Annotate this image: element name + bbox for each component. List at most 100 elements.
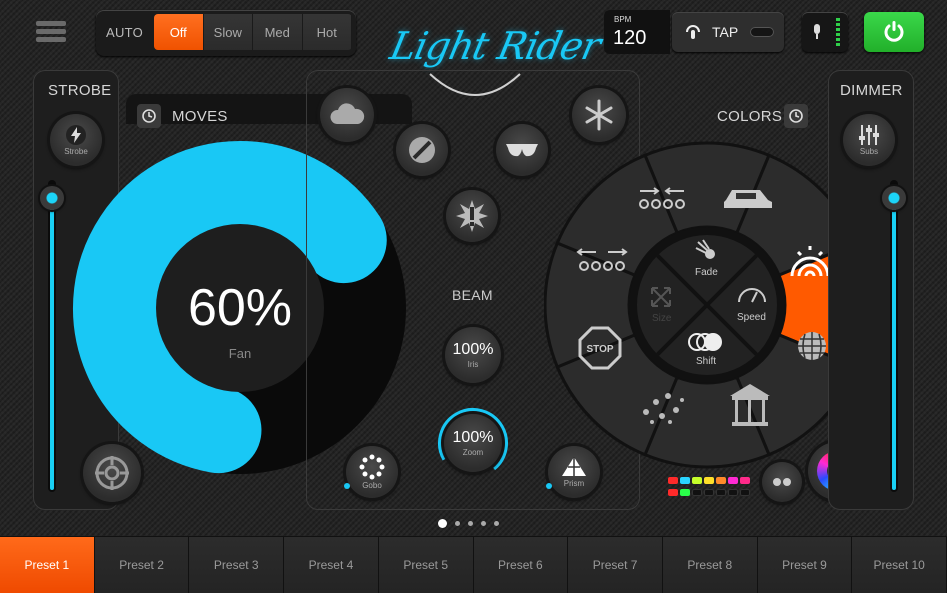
two-dots-icon [773, 478, 791, 486]
iris-label: Iris [467, 360, 479, 369]
speed-label: Speed [737, 312, 766, 323]
snowflake-icon [585, 99, 613, 131]
mic-level-meter [836, 18, 840, 46]
disco-ball-icon [798, 332, 826, 360]
shades-button[interactable] [496, 124, 548, 176]
preset-5-button[interactable]: Preset 5 [378, 537, 474, 593]
strobe-slider-fill [50, 197, 54, 490]
zoom-value: 100% [452, 429, 494, 446]
preset-9-button[interactable]: Preset 9 [757, 537, 853, 593]
size-label: Size [652, 313, 672, 324]
page-dot[interactable] [481, 520, 486, 526]
tap-finger-icon [686, 25, 700, 39]
color-swatch[interactable] [680, 477, 690, 484]
hamburger-icon [36, 21, 66, 42]
color-swatch[interactable] [728, 477, 738, 484]
color-swatch[interactable] [704, 477, 714, 484]
moves-mode-label: Fan [228, 346, 252, 361]
mode-off-button[interactable]: Off [154, 14, 204, 50]
fog-button[interactable] [320, 88, 374, 142]
iris-control[interactable]: 100% Iris [445, 327, 501, 383]
page-dot[interactable] [438, 518, 447, 528]
tap-label: TAP [712, 24, 739, 40]
moves-timer-button[interactable] [137, 104, 161, 128]
preset-4-button[interactable]: Preset 4 [284, 537, 379, 593]
strobe-label: STROBE [48, 82, 112, 99]
dimmer-label: DIMMER [840, 82, 903, 99]
color-swatch[interactable] [668, 489, 678, 496]
dimmer-slider-fill [892, 197, 896, 490]
page-dot[interactable] [455, 520, 460, 526]
color-swatch[interactable] [692, 477, 702, 484]
strobe-slider-handle[interactable] [40, 185, 64, 210]
color-swatch[interactable] [716, 489, 726, 496]
dimmer-slider-handle[interactable] [882, 185, 906, 210]
power-icon [884, 21, 904, 42]
color-swatch[interactable] [668, 477, 678, 484]
mixer-sliders-icon [859, 125, 879, 145]
preset-6-button[interactable]: Preset 6 [473, 537, 569, 593]
bpm-label: BPM [614, 15, 632, 24]
subs-button-label: Subs [859, 147, 879, 156]
preset-bar: Preset 1 Preset 2 Preset 3 Preset 4 Preset 5… [0, 536, 947, 593]
svg-text:STOP: STOP [586, 344, 613, 355]
bpm-value: 120 [613, 27, 647, 49]
tap-button[interactable]: TAP [672, 12, 784, 52]
bpm-display: BPM 120 [604, 10, 670, 54]
tap-indicator [750, 27, 774, 37]
mic-button[interactable] [802, 12, 848, 52]
color-swatch[interactable] [680, 489, 690, 496]
color-swatch-grid[interactable] [668, 477, 758, 501]
preset-3-button[interactable]: Preset 3 [189, 537, 285, 593]
fade-label: Fade [695, 267, 718, 278]
color-swatch[interactable] [740, 477, 750, 484]
prism-label: Prism [563, 479, 585, 488]
color-swatch[interactable] [692, 489, 702, 496]
colors-timer-button[interactable] [784, 104, 808, 128]
preset-7-button[interactable]: Preset 7 [568, 537, 663, 593]
cloud-icon [330, 103, 365, 124]
auto-mode-group: AUTO Off Slow Med Hot [96, 10, 356, 56]
moves-label: MOVES [172, 108, 228, 125]
color-swatch[interactable] [704, 489, 714, 496]
alert-button[interactable] [446, 190, 498, 242]
zoom-control[interactable]: 100% Zoom [444, 414, 502, 472]
mode-slow-button[interactable]: Slow [203, 14, 253, 50]
shift-label: Shift [696, 356, 717, 367]
page-dot[interactable] [494, 520, 499, 526]
mode-hot-button[interactable]: Hot [302, 14, 352, 50]
gobo-label: Gobo [362, 481, 382, 490]
microphone-icon [814, 24, 820, 39]
gobo-indicator-dot [344, 483, 350, 489]
subs-button[interactable]: Subs [843, 114, 895, 166]
preset-2-button[interactable]: Preset 2 [94, 537, 190, 593]
auto-label: AUTO [106, 25, 144, 40]
crosshair-icon [95, 456, 129, 490]
preset-10-button[interactable]: Preset 10 [852, 537, 947, 593]
prism-indicator-dot [546, 483, 552, 489]
logo-text: Light Rider [386, 24, 604, 68]
preset-1-button[interactable]: Preset 1 [0, 537, 95, 593]
sunglasses-icon [506, 144, 538, 157]
page-dot[interactable] [468, 520, 473, 526]
iris-value: 100% [452, 341, 494, 358]
power-button[interactable] [864, 12, 924, 52]
color-swatch[interactable] [740, 489, 750, 496]
gobo-button[interactable]: Gobo [346, 446, 398, 498]
mode-med-button[interactable]: Med [253, 14, 303, 50]
beam-label: BEAM [452, 287, 493, 303]
colors-wheel[interactable]: STOP [544, 140, 874, 470]
position-button[interactable] [83, 444, 141, 502]
moves-value: 60% [187, 279, 293, 337]
color-swatch[interactable] [728, 489, 738, 496]
color-swatch[interactable] [716, 477, 726, 484]
menu-button[interactable] [34, 18, 68, 46]
mode-selector: Off Slow Med Hot [154, 14, 352, 50]
freeze-button[interactable] [572, 88, 626, 142]
blackout-button[interactable] [396, 124, 448, 176]
dual-color-button[interactable] [762, 462, 802, 502]
zoom-label: Zoom [462, 448, 484, 457]
preset-8-button[interactable]: Preset 8 [662, 537, 758, 593]
page-indicator[interactable] [438, 518, 499, 528]
no-light-icon [409, 137, 435, 163]
